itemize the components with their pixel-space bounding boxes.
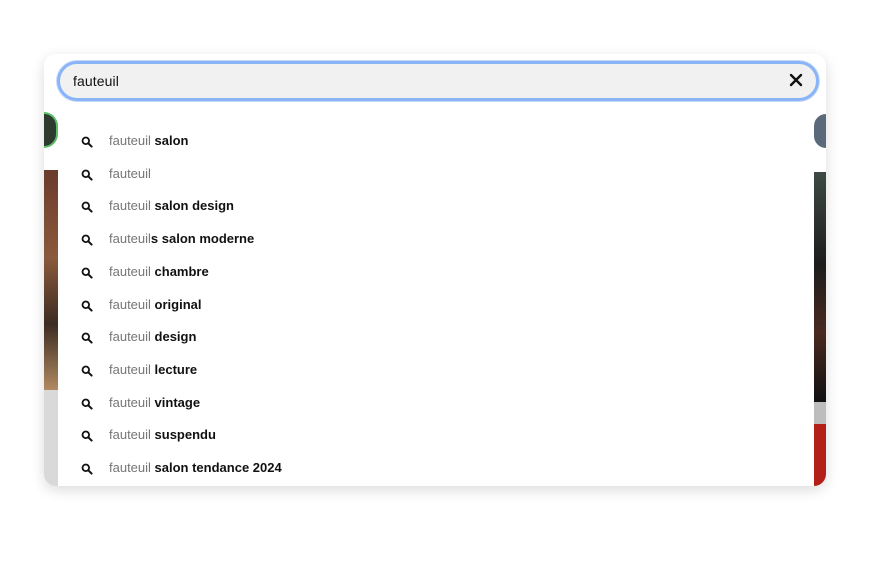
- suggestion-typed-text: fauteuil: [109, 329, 151, 345]
- search-icon: [81, 200, 93, 213]
- suggestion-typed-text: fauteuil: [109, 296, 151, 312]
- suggestion-item[interactable]: fauteuil salon: [58, 125, 814, 157]
- suggestion-typed-text: fauteuil: [109, 165, 151, 181]
- background-pin-image: [814, 424, 826, 486]
- suggestion-label: fauteuil vintage: [109, 395, 200, 410]
- suggestion-item[interactable]: fauteuil lecture: [58, 354, 814, 386]
- suggestion-item[interactable]: fauteuil: [58, 158, 814, 190]
- suggestion-item[interactable]: fauteuil design: [58, 321, 814, 353]
- suggestion-completion-text: salon design: [150, 198, 234, 214]
- search-icon: [81, 462, 93, 475]
- suggestion-completion-text: salon: [150, 133, 189, 148]
- suggestion-completion-text: vintage: [150, 394, 201, 410]
- suggestion-label: fauteuil design: [109, 329, 196, 344]
- background-pin-image: [814, 402, 826, 424]
- suggestion-label: fauteuil salon tendance 2024: [109, 460, 282, 475]
- suggestion-label: fauteuil salon: [109, 133, 189, 148]
- background-pin-image: [814, 172, 826, 402]
- suggestion-completion-text: original: [150, 296, 202, 312]
- search-icon: [81, 397, 93, 410]
- suggestion-completion-text: design: [150, 329, 197, 345]
- background-avatar: [44, 112, 58, 148]
- suggestion-label: fauteuil suspendu: [109, 427, 216, 442]
- suggestion-item[interactable]: fauteuils salon moderne: [58, 223, 814, 255]
- suggestion-typed-text: fauteuil: [109, 460, 151, 475]
- search-icon: [81, 429, 93, 442]
- search-icon: [81, 331, 93, 344]
- search-bar: fauteuil: [44, 54, 826, 110]
- suggestion-typed-text: fauteuil: [109, 231, 151, 247]
- suggestion-typed-text: fauteuil: [109, 198, 151, 214]
- search-icon: [81, 233, 93, 246]
- search-icon: [81, 299, 93, 312]
- suggestion-completion-text: lecture: [150, 361, 198, 377]
- suggestion-item[interactable]: fauteuil salon tendance 2024: [58, 452, 814, 484]
- background-avatar: [814, 114, 826, 148]
- search-panel: fauteuil fauteuil salon fauteuil fauteuil …: [44, 54, 826, 486]
- suggestion-item[interactable]: fauteuil vintage: [58, 387, 814, 419]
- search-icon: [81, 168, 93, 181]
- suggestion-label: fauteuil lecture: [109, 362, 197, 377]
- suggestion-typed-text: fauteuil: [109, 133, 151, 148]
- clear-search-button[interactable]: [784, 70, 808, 94]
- search-icon: [81, 135, 93, 148]
- suggestion-typed-text: fauteuil: [109, 427, 151, 443]
- suggestion-label: fauteuil salon design: [109, 198, 234, 213]
- search-icon: [81, 364, 93, 377]
- suggestion-completion-text: s salon moderne: [150, 231, 255, 247]
- suggestion-typed-text: fauteuil: [109, 361, 151, 377]
- suggestions-dropdown: fauteuil salon fauteuil fauteuil salon des…: [58, 110, 814, 486]
- search-input-value[interactable]: fauteuil: [73, 73, 119, 89]
- suggestion-completion-text: suspendu: [150, 427, 216, 443]
- suggestion-item[interactable]: fauteuil suspendu: [58, 419, 814, 451]
- suggestion-completion-text: salon tendance 2024: [150, 460, 282, 475]
- close-icon[interactable]: [789, 73, 803, 92]
- suggestion-item[interactable]: fauteuil original: [58, 289, 814, 321]
- suggestion-item[interactable]: fauteuil chambre: [58, 256, 814, 288]
- suggestion-typed-text: fauteuil: [109, 394, 151, 410]
- background-pin-image: [44, 170, 58, 390]
- search-input[interactable]: fauteuil: [57, 61, 819, 101]
- suggestion-label: fauteuils salon moderne: [109, 231, 254, 246]
- suggestion-completion-text: chambre: [150, 263, 209, 279]
- suggestion-label: fauteuil: [109, 166, 151, 181]
- search-icon: [81, 266, 93, 279]
- suggestion-typed-text: fauteuil: [109, 263, 151, 279]
- suggestion-item[interactable]: fauteuil salon design: [58, 190, 814, 222]
- suggestion-label: fauteuil chambre: [109, 264, 209, 279]
- suggestion-label: fauteuil original: [109, 297, 201, 312]
- background-pin-image: [44, 390, 58, 486]
